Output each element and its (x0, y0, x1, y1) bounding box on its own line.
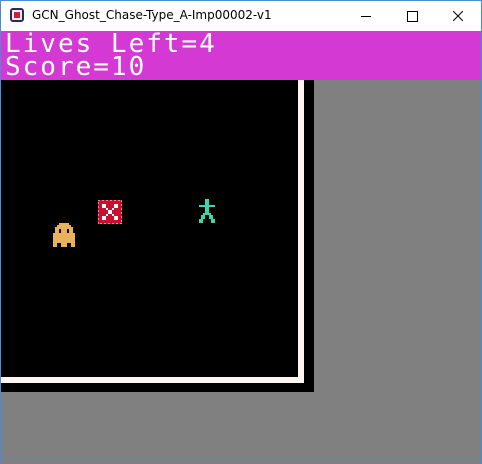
playfield (1, 80, 314, 392)
maximize-icon (406, 10, 418, 22)
app-icon (10, 8, 24, 22)
window-title: GCN_Ghost_Chase-Type_A-Imp00002-v1 (32, 8, 272, 22)
maximize-button[interactable] (389, 1, 435, 31)
goal-box-sprite (98, 200, 122, 224)
close-button[interactable] (435, 1, 481, 31)
score-counter: Score=10 (5, 52, 147, 82)
ghost-sprite (53, 223, 75, 247)
title-bar[interactable]: GCN_Ghost_Chase-Type_A-Imp00002-v1 (1, 1, 481, 31)
hud-bar: Lives Left=4 Score=10 (1, 31, 481, 80)
minimize-icon (361, 15, 371, 17)
right-wall (298, 80, 304, 383)
close-icon (453, 11, 463, 21)
bottom-wall (1, 377, 304, 383)
wall-shadow (304, 80, 314, 392)
minimize-button[interactable] (343, 1, 389, 31)
player-sprite (199, 199, 215, 223)
game-window: GCN_Ghost_Chase-Type_A-Imp00002-v1 Lives… (0, 0, 482, 464)
